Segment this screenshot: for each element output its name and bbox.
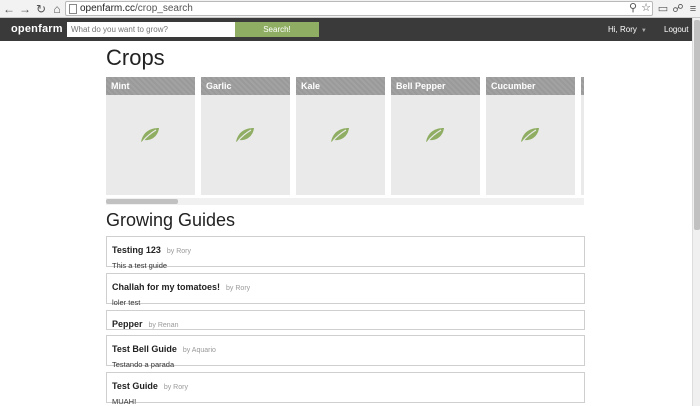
- vertical-scroll-thumb[interactable]: [694, 20, 700, 230]
- crop-card[interactable]: Kale: [296, 77, 385, 195]
- guide-author: by Rory: [163, 384, 188, 391]
- search-input[interactable]: [67, 22, 235, 37]
- leaf-icon: [521, 128, 539, 142]
- crop-carousel: Mint Garlic Kale Bell Pepper Cucumber: [106, 77, 584, 197]
- guide-description: This a test guide: [112, 261, 168, 270]
- crop-name: Mint: [106, 77, 195, 95]
- forward-icon[interactable]: →: [18, 2, 32, 16]
- search-button[interactable]: Search!: [235, 22, 319, 37]
- user-menu[interactable]: Hi, Rory ▼: [608, 25, 647, 34]
- guide-card[interactable]: Testing 123 by Rory This a test guide: [106, 236, 585, 270]
- guide-title[interactable]: Test Guide: [112, 381, 158, 391]
- guide-title[interactable]: Pepper: [112, 319, 143, 329]
- guide-card[interactable]: Test Bell Guide by Aquario Testando a par…: [106, 335, 585, 369]
- crop-card[interactable]: Cucumber: [486, 77, 575, 195]
- crop-name: Cucumber: [486, 77, 575, 95]
- guide-author: by Aquario: [182, 347, 216, 354]
- guide-author: by Rory: [226, 285, 251, 292]
- extension-icon[interactable]: ☍: [671, 2, 685, 16]
- guide-author: by Renan: [148, 322, 179, 329]
- home-icon[interactable]: ⌂: [50, 2, 64, 16]
- star-icon[interactable]: ☆: [639, 1, 653, 15]
- crop-card[interactable]: Garlic: [201, 77, 290, 195]
- guide-description: loler test: [112, 298, 141, 307]
- crop-carousel-scrollbar[interactable]: [106, 198, 584, 205]
- guide-card[interactable]: Pepper by Renan: [106, 310, 585, 330]
- url-text: openfarm.cc/crop_search: [80, 3, 193, 14]
- user-menu-label: Hi, Rory: [608, 25, 637, 34]
- vertical-scrollbar[interactable]: [692, 18, 700, 406]
- crop-card[interactable]: Mint: [106, 77, 195, 195]
- crops-heading: Crops: [106, 45, 165, 70]
- guide-card[interactable]: Test Guide by Rory MUAH!: [106, 372, 585, 406]
- leaf-icon: [426, 128, 444, 142]
- guide-author: by Rory: [166, 248, 191, 255]
- leaf-icon: [141, 128, 159, 142]
- crop-card-partial[interactable]: [581, 77, 584, 195]
- crop-card[interactable]: Bell Pepper: [391, 77, 480, 195]
- crop-name-partial: [581, 77, 584, 95]
- back-icon[interactable]: ←: [2, 2, 16, 16]
- address-bar[interactable]: openfarm.cc/crop_search ⚲ ☆: [65, 1, 653, 16]
- search-icon[interactable]: ⚲: [626, 1, 640, 15]
- browser-toolbar: ← → ↻ ⌂ openfarm.cc/crop_search ⚲ ☆ ▭ ☍ …: [0, 0, 700, 18]
- crop-name: Kale: [296, 77, 385, 95]
- menu-icon[interactable]: ≡: [686, 2, 700, 16]
- logo[interactable]: openfarm: [11, 23, 63, 35]
- crop-name: Garlic: [201, 77, 290, 95]
- guide-title[interactable]: Testing 123: [112, 245, 161, 255]
- leaf-icon: [236, 128, 254, 142]
- guide-title[interactable]: Test Bell Guide: [112, 344, 177, 354]
- horizontal-scroll-thumb[interactable]: [106, 199, 178, 204]
- logout-link[interactable]: Logout: [664, 25, 688, 34]
- app-header: openfarm Search! Hi, Rory▼ Logout: [0, 18, 692, 41]
- guide-title[interactable]: Challah for my tomatoes!: [112, 282, 220, 292]
- chevron-down-icon: ▼: [640, 28, 647, 34]
- leaf-icon: [331, 128, 349, 142]
- guide-description: MUAH!: [112, 397, 137, 406]
- page-icon: [69, 4, 77, 14]
- guide-card[interactable]: Challah for my tomatoes! by Rory loler te…: [106, 273, 585, 307]
- reload-icon[interactable]: ↻: [34, 2, 48, 16]
- cast-icon[interactable]: ▭: [656, 2, 670, 16]
- guide-description: Testando a parada: [112, 360, 175, 369]
- crop-name: Bell Pepper: [391, 77, 480, 95]
- guides-heading: Growing Guides: [106, 210, 236, 230]
